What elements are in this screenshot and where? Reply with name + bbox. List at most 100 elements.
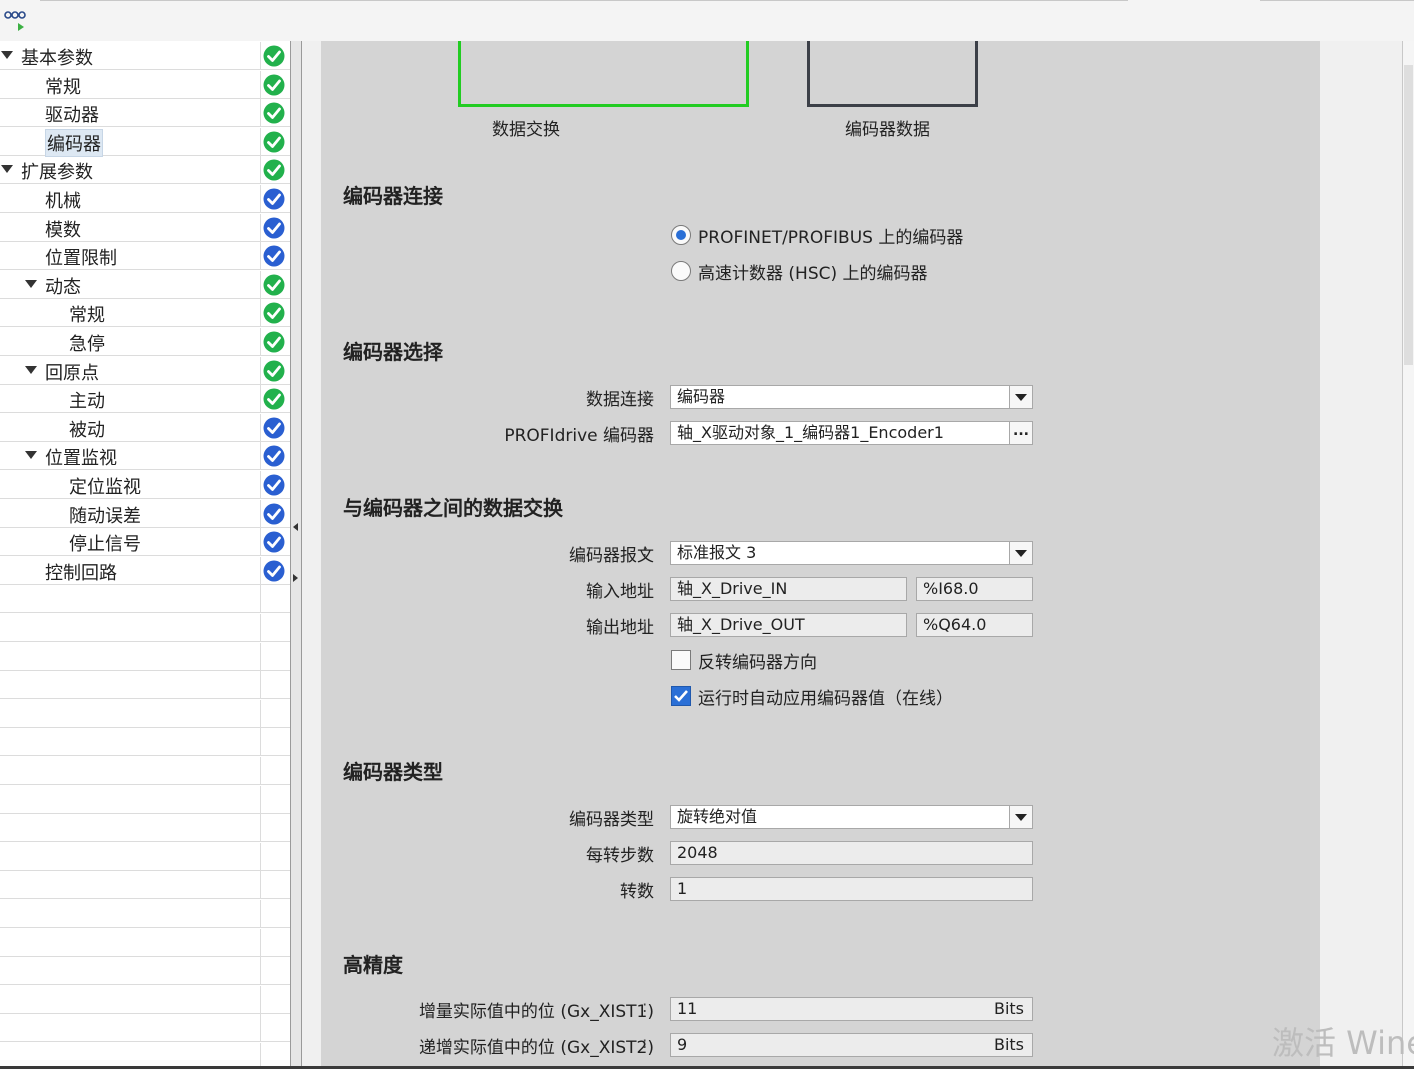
tree-column-divider (260, 757, 261, 785)
tree-item[interactable]: 模数 (0, 213, 290, 242)
tree-column-divider (260, 671, 261, 700)
blue-check-icon (263, 245, 285, 267)
tree-item[interactable]: 驱动器 (0, 99, 290, 128)
radio-hsc-encoder[interactable] (671, 261, 691, 281)
profidrive-encoder-label: PROFIdrive 编码器 (504, 426, 654, 446)
incremental-bits-value: 11 (677, 999, 698, 1018)
tree-item[interactable]: 常规 (0, 299, 290, 328)
tree-column-divider (260, 556, 261, 585)
tree-item[interactable]: 机械 (0, 185, 290, 213)
section-title-type: 编码器类型 (343, 760, 443, 784)
incremental-bits-field[interactable]: 11 Bits (670, 997, 1033, 1021)
colon: : (642, 841, 648, 860)
tree-column-divider (260, 814, 261, 843)
expand-caret-icon[interactable] (25, 451, 37, 460)
top-divider-right (1260, 0, 1414, 1)
tree-column-divider (260, 785, 261, 814)
tree-empty-row (0, 957, 290, 986)
tree-item-label: 常规 (69, 305, 105, 327)
absolute-bits-value: 9 (677, 1035, 688, 1054)
tree-empty-row (0, 785, 290, 814)
tree-column-divider (260, 70, 261, 99)
tree-item[interactable]: 常规 (0, 70, 290, 99)
telegram-dropdown[interactable]: 标准报文 3 (670, 541, 1033, 565)
profidrive-encoder-value: 轴_X驱动对象_1_编码器1_Encoder1 (677, 423, 944, 442)
auto-apply-label: 运行时自动应用编码器值（在线） (698, 689, 953, 709)
expand-caret-icon[interactable] (25, 365, 37, 374)
tree-item[interactable]: 主动 (0, 385, 290, 414)
tree-item-label: 动态 (45, 276, 81, 298)
input-address-name-field[interactable]: 轴_X_Drive_IN (670, 577, 907, 601)
tree-column-divider (260, 985, 261, 1014)
invert-direction-checkbox[interactable] (671, 650, 691, 670)
revolutions-field[interactable]: 1 (670, 877, 1033, 901)
tree-empty-row (0, 985, 290, 1014)
blue-check-icon (263, 560, 285, 582)
output-address-field[interactable]: %Q64.0 (916, 613, 1033, 637)
chevron-down-icon[interactable] (1009, 542, 1032, 564)
chevron-down-icon[interactable] (1009, 386, 1032, 408)
panel-splitter[interactable] (290, 41, 302, 1066)
tree-item[interactable]: 回原点 (0, 356, 290, 385)
tree-item-label: 被动 (69, 419, 105, 441)
expand-caret-icon[interactable] (25, 279, 37, 288)
input-address-field[interactable]: %I68.0 (916, 577, 1033, 601)
tree-item[interactable]: 动态 (0, 270, 290, 299)
steps-per-rev-field[interactable]: 2048 (670, 841, 1033, 865)
expand-right-icon[interactable] (293, 574, 298, 582)
vertical-scrollbar[interactable] (1402, 41, 1414, 1066)
blue-check-icon (263, 217, 285, 239)
tree-item[interactable]: 定位监视 (0, 471, 290, 499)
encoder-type-dropdown[interactable]: 旋转绝对值 (670, 805, 1033, 829)
scrollbar-thumb[interactable] (1404, 65, 1413, 365)
tree-item-label: 随动误差 (69, 505, 141, 527)
radio-profinet-encoder[interactable] (671, 225, 691, 245)
tree-item-label: 定位监视 (69, 477, 141, 498)
tree-item[interactable]: 编码器 (0, 127, 290, 157)
blue-check-icon (263, 503, 285, 525)
activation-watermark: 激活 Wine (1272, 1024, 1414, 1062)
absolute-bits-field[interactable]: 9 Bits (670, 1033, 1033, 1057)
tree-item[interactable]: 位置限制 (0, 242, 290, 271)
tree-item-label: 急停 (69, 334, 105, 355)
tree-item[interactable]: 基本参数 (0, 42, 290, 70)
tree-item-label: 停止信号 (69, 534, 141, 556)
colon: : (642, 421, 648, 440)
tree-item-label: 常规 (45, 76, 81, 98)
browse-button[interactable]: ... (1009, 422, 1032, 444)
auto-apply-checkbox[interactable] (671, 686, 691, 706)
tree-item[interactable]: 位置监视 (0, 442, 290, 471)
profidrive-encoder-field[interactable]: 轴_X驱动对象_1_编码器1_Encoder1 ... (670, 421, 1033, 445)
collapse-left-icon[interactable] (293, 523, 298, 531)
tree-item-label: 扩展参数 (21, 162, 93, 184)
tree-item[interactable]: 随动误差 (0, 499, 290, 528)
tree-item[interactable]: 被动 (0, 413, 290, 442)
tree-item[interactable]: 急停 (0, 328, 290, 356)
expand-caret-icon[interactable] (1, 165, 13, 174)
tree-item[interactable]: 扩展参数 (0, 156, 290, 185)
right-margin (1320, 41, 1400, 1066)
chevron-down-icon[interactable] (1009, 806, 1032, 828)
axis-config-icon (4, 11, 26, 31)
invert-direction-label: 反转编码器方向 (698, 653, 817, 673)
expand-caret-icon[interactable] (1, 51, 13, 59)
tree-column-divider (260, 242, 261, 271)
data-connection-dropdown[interactable]: 编码器 (670, 385, 1033, 409)
tree-empty-row (0, 871, 290, 900)
telegram-value: 标准报文 3 (677, 543, 757, 562)
green-check-icon (263, 45, 285, 67)
green-check-icon (263, 102, 285, 124)
green-check-icon (263, 388, 285, 410)
section-title-exchange: 与编码器之间的数据交换 (343, 496, 563, 520)
tree-item[interactable]: 控制回路 (0, 556, 290, 585)
tree-empty-row (0, 928, 290, 957)
green-check-icon (263, 360, 285, 382)
title-bar (0, 0, 1414, 41)
checkmark-icon (674, 690, 688, 702)
tree-item-label: 控制回路 (45, 562, 117, 584)
output-address-name-field[interactable]: 轴_X_Drive_OUT (670, 613, 907, 637)
blue-check-icon (263, 445, 285, 467)
navigation-tree: 基本参数 常规 驱动器 编码器 扩展参数 机械 模数 位置限制 动态 常规 急停 回原点 主动 被动 位置监… (0, 41, 290, 1066)
tree-item[interactable]: 停止信号 (0, 528, 290, 557)
encoder-data-caption: 编码器数据 (845, 120, 930, 140)
